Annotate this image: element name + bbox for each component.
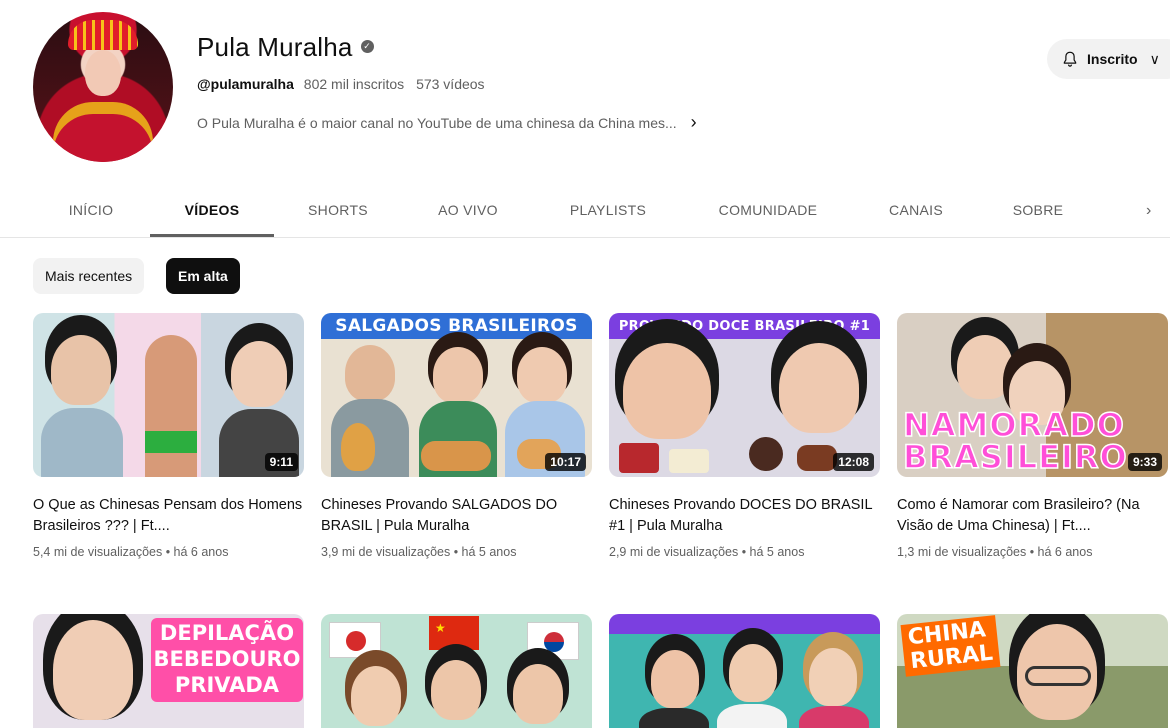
thumb-figure	[231, 341, 287, 407]
thumb-figure	[809, 648, 857, 706]
thumb-figure	[957, 335, 1013, 399]
video-thumbnail[interactable]: NAMORADO BRASILEIRO 9:33	[897, 313, 1168, 477]
video-card[interactable]: CHINA RURAL	[897, 614, 1168, 728]
thumb-figure	[623, 343, 711, 439]
flag-china-icon: ★	[429, 616, 479, 650]
channel-avatar[interactable]	[33, 12, 173, 162]
thumb-figure	[779, 343, 859, 433]
video-count: 573 vídeos	[416, 76, 485, 92]
thumb-food	[669, 449, 709, 473]
video-card[interactable]	[609, 614, 880, 728]
thumb-shorts	[145, 431, 197, 453]
video-duration: 9:11	[264, 453, 298, 471]
video-duration: 10:17	[545, 453, 586, 471]
video-duration: 9:33	[1127, 453, 1162, 471]
thumb-food	[749, 437, 783, 471]
avatar-face	[85, 50, 121, 96]
subscribe-label: Inscrito	[1087, 51, 1138, 67]
video-meta: 2,9 mi de visualizações • há 5 anos	[609, 545, 805, 559]
overlay-line: BEBEDOURO	[153, 647, 301, 671]
thumb-figure	[729, 644, 777, 702]
video-thumbnail[interactable]: 9:11	[33, 313, 304, 477]
tab-shorts[interactable]: SHORTS	[290, 190, 386, 237]
video-thumbnail[interactable]: DEPILAÇÃO BEBEDOURO PRIVADA	[33, 614, 304, 728]
verified-icon: ✓	[360, 39, 374, 53]
tab-playlists[interactable]: PLAYLISTS	[550, 190, 666, 237]
chevron-right-icon[interactable]: ›	[691, 112, 697, 133]
video-thumbnail[interactable]: ★	[321, 614, 592, 728]
thumb-overlay-text: BRASILEIRO	[902, 438, 1128, 476]
glasses-icon	[1025, 666, 1091, 686]
thumb-overlay-text: NAMORADO	[902, 406, 1125, 444]
tab-canais[interactable]: CANAIS	[870, 190, 962, 237]
channel-meta: @pulamuralha 802 mil inscritos 573 vídeo…	[197, 76, 485, 92]
channel-handle: @pulamuralha	[197, 76, 294, 92]
thumb-figure	[41, 408, 123, 477]
thumb-figure	[717, 704, 787, 728]
chevron-right-icon[interactable]: ›	[1146, 202, 1151, 220]
thumb-banner: PROVANDO DOCE BRASILEIRO #1	[609, 313, 880, 339]
video-title[interactable]: Chineses Provando SALGADOS DO BRASIL | P…	[321, 495, 592, 537]
flag-korea-icon	[527, 622, 579, 660]
video-meta: 1,3 mi de visualizações • há 6 anos	[897, 545, 1093, 559]
video-card[interactable]: NAMORADO BRASILEIRO 9:33 Como é Namorar …	[897, 313, 1168, 559]
subscribe-button[interactable]: Inscrito ∨	[1047, 39, 1170, 79]
chip-mais-recentes[interactable]: Mais recentes	[33, 258, 145, 294]
overlay-line: PRIVADA	[174, 673, 280, 697]
video-title[interactable]: O Que as Chinesas Pensam dos Homens Bras…	[33, 495, 304, 537]
video-card[interactable]: PROVANDO DOCE BRASILEIRO #1 12:08 Chines…	[609, 313, 880, 559]
video-card[interactable]: ★	[321, 614, 592, 728]
thumb-figure	[345, 345, 395, 401]
channel-title: Pula Muralha ✓	[197, 32, 374, 63]
channel-name: Pula Muralha	[197, 32, 353, 62]
avatar-headdress	[68, 20, 138, 50]
thumb-figure	[513, 664, 563, 724]
thumb-figure	[517, 347, 567, 403]
video-card[interactable]: 9:11 O Que as Chinesas Pensam dos Homens…	[33, 313, 304, 559]
overlay-line: DEPILAÇÃO	[159, 621, 295, 645]
thumb-figure	[433, 347, 483, 403]
subscriber-count: 802 mil inscritos	[303, 76, 405, 92]
video-thumbnail[interactable]	[609, 614, 880, 728]
video-duration: 12:08	[833, 453, 874, 471]
video-thumbnail[interactable]: PROVANDO DOCE BRASILEIRO #1 12:08	[609, 313, 880, 477]
channel-tabs: INÍCIO VÍDEOS SHORTS AO VIVO PLAYLISTS C…	[0, 190, 1170, 238]
video-meta: 5,4 mi de visualizações • há 6 anos	[33, 545, 229, 559]
video-title[interactable]: Chineses Provando DOCES DO BRASIL #1 | P…	[609, 495, 880, 537]
thumb-figure	[639, 708, 709, 728]
thumb-figure	[651, 650, 699, 708]
thumb-overlay-text: DEPILAÇÃO BEBEDOURO PRIVADA	[151, 620, 303, 698]
thumb-overlay-text: CHINA RURAL	[900, 615, 1001, 677]
video-card[interactable]: DEPILAÇÃO BEBEDOURO PRIVADA	[33, 614, 304, 728]
thumb-figure	[51, 335, 111, 405]
thumb-figure	[431, 660, 481, 720]
video-thumbnail[interactable]: CHINA RURAL	[897, 614, 1168, 728]
video-card[interactable]: SALGADOS BRASILEIROS 10:17 Chineses Prov…	[321, 313, 592, 559]
avatar-robe	[53, 102, 153, 162]
description-text: O Pula Muralha é o maior canal no YouTub…	[197, 114, 677, 131]
chip-em-alta[interactable]: Em alta	[166, 258, 240, 294]
thumb-figure	[799, 706, 869, 728]
thumb-food	[421, 441, 491, 471]
tab-sobre[interactable]: SOBRE	[996, 190, 1080, 237]
thumb-food	[619, 443, 659, 473]
video-meta: 3,9 mi de visualizações • há 5 anos	[321, 545, 517, 559]
thumb-food	[341, 423, 375, 471]
thumb-figure	[53, 620, 133, 720]
tab-ao-vivo[interactable]: AO VIVO	[420, 190, 516, 237]
thumb-figure	[351, 666, 401, 726]
thumb-food	[797, 445, 837, 471]
thumb-figure	[145, 335, 197, 477]
channel-description[interactable]: O Pula Muralha é o maior canal no YouTub…	[197, 112, 697, 133]
video-title[interactable]: Como é Namorar com Brasileiro? (Na Visão…	[897, 495, 1168, 537]
tab-inicio[interactable]: INÍCIO	[40, 190, 142, 237]
bell-icon	[1063, 51, 1077, 67]
tab-videos[interactable]: VÍDEOS	[150, 190, 274, 237]
thumb-banner: SALGADOS BRASILEIROS	[321, 313, 592, 339]
chevron-down-icon: ∨	[1149, 50, 1160, 67]
tab-comunidade[interactable]: COMUNIDADE	[700, 190, 836, 237]
flag-japan-icon	[329, 622, 381, 658]
video-thumbnail[interactable]: SALGADOS BRASILEIROS 10:17	[321, 313, 592, 477]
